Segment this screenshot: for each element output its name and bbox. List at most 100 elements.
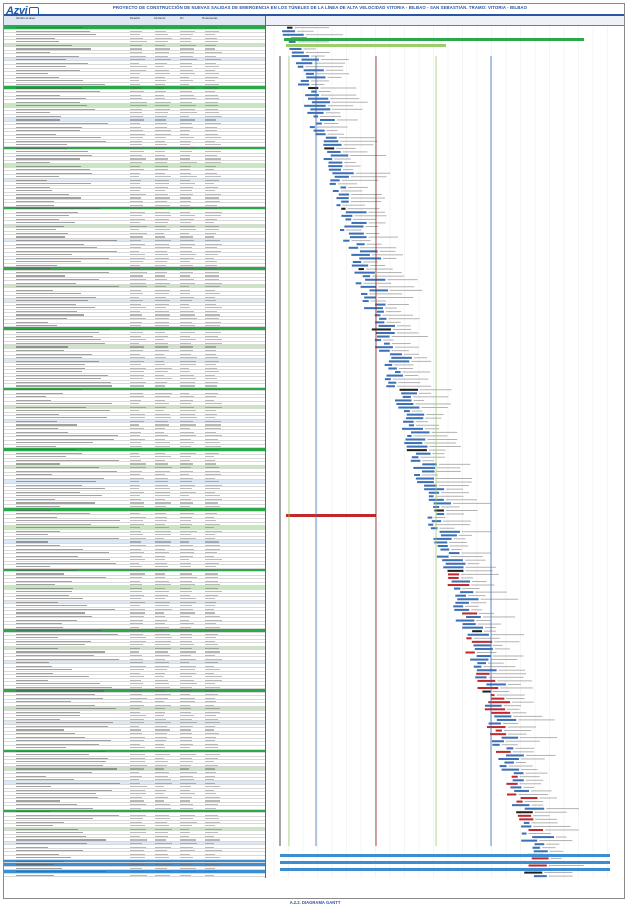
row-cell-placeholder (180, 566, 192, 568)
task-bar (410, 459, 421, 462)
task-bar (300, 79, 309, 82)
row-cell-placeholder (180, 552, 195, 554)
row-cell-placeholder (130, 701, 142, 703)
row-cell-placeholder (130, 27, 144, 29)
row-cell-placeholder (155, 286, 167, 288)
row-cell-placeholder (130, 782, 141, 784)
row-cell-placeholder (205, 814, 219, 816)
row-cell-placeholder (180, 204, 190, 206)
row-cell-placeholder (205, 190, 215, 192)
task-bar (323, 143, 342, 146)
row-cell-placeholder (180, 112, 197, 114)
row-cell-placeholder (180, 686, 193, 688)
task-label-placeholder (376, 272, 402, 274)
row-cell-placeholder (180, 286, 190, 288)
row-text-placeholder (16, 98, 86, 100)
row-cell-placeholder (155, 98, 165, 100)
row-cell-placeholder (180, 545, 193, 547)
row-cell-placeholder (205, 761, 215, 763)
summary-bar (286, 514, 376, 517)
row-cell-placeholder (205, 59, 222, 61)
row-cell-placeholder (155, 513, 167, 515)
row-cell-placeholder (180, 474, 190, 476)
row-cell-placeholder (155, 371, 169, 373)
row-cell-placeholder (205, 435, 222, 437)
row-cell-placeholder (205, 240, 220, 242)
row-cell-placeholder (130, 842, 143, 845)
row-cell-placeholder (155, 832, 169, 834)
task-label-placeholder (542, 847, 556, 849)
row-cell-placeholder (180, 303, 190, 305)
row-cell-placeholder (205, 122, 222, 125)
row-cell-placeholder (180, 406, 194, 408)
row-cell-placeholder (130, 704, 144, 706)
row-text-placeholder (16, 300, 88, 302)
row-cell-placeholder (180, 775, 193, 777)
row-cell-placeholder (130, 779, 140, 781)
task-label-placeholder (533, 825, 571, 827)
row-cell-placeholder (205, 545, 220, 547)
row-text-placeholder (16, 367, 85, 369)
task-bar (477, 679, 496, 682)
task-bar (487, 726, 506, 729)
task-bar (405, 438, 426, 441)
task-label-placeholder (446, 488, 464, 490)
task-label-placeholder (386, 321, 401, 323)
row-cell-placeholder (155, 495, 170, 497)
row-text-placeholder (16, 559, 111, 561)
task-bar (448, 552, 460, 555)
row-text-placeholder (16, 491, 81, 493)
row-cell-placeholder (130, 761, 145, 763)
task-label-placeholder (388, 318, 420, 320)
row-text-placeholder (16, 807, 93, 809)
task-bar (523, 821, 530, 824)
row-cell-placeholder (130, 474, 140, 476)
row-cell-placeholder (180, 247, 192, 249)
task-bar (421, 470, 435, 473)
row-text-placeholder (16, 782, 120, 784)
task-label-placeholder (462, 531, 492, 533)
row-text-placeholder (16, 459, 119, 461)
row-cell-placeholder (180, 318, 197, 320)
task-bar (501, 736, 519, 739)
row-cell-placeholder (180, 69, 193, 71)
task-bar (406, 445, 428, 448)
task-bar (406, 449, 427, 452)
task-bar (369, 289, 389, 292)
row-cell-placeholder (155, 44, 165, 47)
row-cell-placeholder (205, 442, 220, 444)
row-cell-placeholder (155, 236, 165, 238)
row-cell-placeholder (130, 871, 145, 873)
row-text-placeholder (16, 73, 48, 75)
task-label-placeholder (311, 84, 325, 85)
row-text-placeholder (16, 754, 90, 756)
row-cell-placeholder (155, 399, 166, 401)
row-cell-placeholder (180, 506, 190, 508)
row-cell-placeholder (205, 484, 222, 486)
row-cell-placeholder (155, 481, 168, 483)
row-cell-placeholder (130, 598, 142, 600)
row-cell-placeholder (130, 190, 141, 192)
row-cell-placeholder (205, 293, 220, 295)
row-cell-placeholder (155, 523, 165, 525)
row-cell-placeholder (130, 335, 142, 337)
task-bar (532, 836, 554, 839)
row-cell-placeholder (155, 349, 170, 352)
row-cell-placeholder (205, 211, 222, 213)
row-cell-placeholder (205, 683, 215, 685)
row-text-placeholder (16, 520, 120, 522)
row-cell-placeholder (155, 392, 172, 394)
row-text-placeholder (16, 587, 74, 589)
row-text-placeholder (16, 179, 48, 181)
row-text-placeholder (16, 126, 83, 128)
row-cell-placeholder (130, 534, 143, 536)
row-text-placeholder (16, 158, 80, 160)
row-cell-placeholder (155, 463, 169, 465)
task-bar (447, 569, 464, 572)
row-cell-placeholder (180, 491, 197, 493)
column-header-name: Nombre de tarea (16, 17, 35, 20)
row-cell-placeholder (205, 491, 215, 493)
row-cell-placeholder (130, 864, 145, 866)
row-text-placeholder (16, 406, 87, 408)
row-text-placeholder (16, 796, 98, 798)
